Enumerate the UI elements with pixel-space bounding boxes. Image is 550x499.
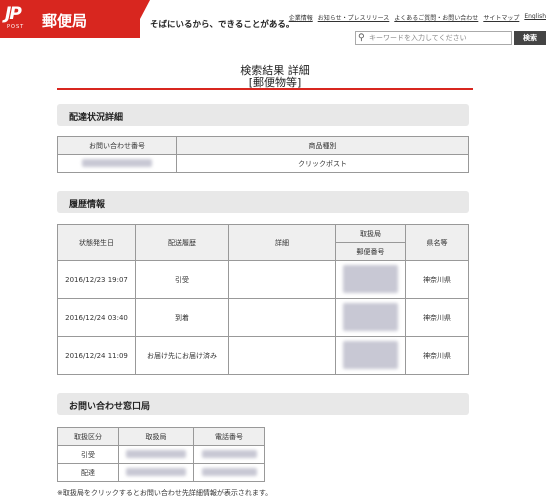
redacted-value [82,158,152,167]
nav-link-faq[interactable]: よくあるご質問・お問い合わせ [394,13,478,22]
col-status: 配送履歴 [135,224,229,261]
redacted-phone [201,467,257,476]
title-divider [57,88,473,90]
jp-post-logo: JP [5,4,22,24]
handling-type-cell: 引受 [57,445,119,464]
handling-type-cell: 配達 [57,463,119,482]
redacted-office [343,264,398,293]
nav-link-company[interactable]: 企業情報 [289,13,313,22]
top-nav: 企業情報 お知らせ・プレスリリース よくあるご質問・お問い合わせ サイトマップ … [289,13,546,22]
search-button[interactable]: 検索 [514,31,546,45]
nav-link-sitemap[interactable]: サイトマップ [483,13,519,22]
status-cell: 到着 [135,298,229,337]
table-row: 2016/12/24 03:40 到着 神奈川県 [57,298,469,337]
status-cell: 引受 [135,260,229,299]
nav-link-english[interactable]: English [524,13,546,22]
section-header-delivery-status: 配達状況詳細 [57,104,469,126]
office-cell[interactable] [335,260,406,299]
redacted-phone [201,449,257,458]
search-input[interactable]: ⚲ キーワードを入力してください [355,31,512,45]
contact-table: 取扱区分 取扱局 電話番号 引受 配達 [57,427,265,482]
office-cell[interactable] [335,298,406,337]
header-wedge [130,0,150,38]
nav-link-news[interactable]: お知らせ・プレスリリース [318,13,390,22]
phone-cell [193,463,265,482]
date-cell: 2016/12/24 03:40 [57,298,136,337]
phone-cell [193,445,265,464]
office-cell[interactable] [118,463,194,482]
section-title: 配達状況詳細 [69,113,124,123]
col-date: 状態発生日 [57,224,136,261]
section-title: 履歴情報 [69,200,106,210]
history-table: 状態発生日 配送履歴 詳細 取扱局 県名等 郵便番号 2016/12/23 19… [57,224,469,375]
redacted-office [343,340,398,369]
tagline: そばにいるから、できることがある。 [150,20,295,30]
status-cell: お届け先にお届け済み [135,336,229,375]
table-row: 引受 [57,445,265,464]
search-icon: ⚲ [358,33,365,43]
prefecture-cell: 神奈川県 [405,336,469,375]
delivery-status-table: お問い合わせ番号 商品種別 クリックポスト [57,136,469,173]
col-phone: 電話番号 [193,427,265,446]
logo-block[interactable]: JP POST 郵便局 [0,0,140,38]
col-handling-type: 取扱区分 [57,427,119,446]
col-prefecture: 県名等 [405,224,469,261]
col-inquiry-number: お問い合わせ番号 [57,136,177,155]
detail-cell [228,336,336,375]
table-row: 2016/12/23 19:07 引受 神奈川県 [57,260,469,299]
logo-post-text: POST [7,24,25,30]
table-row: 配達 [57,463,265,482]
prefecture-cell: 神奈川県 [405,260,469,299]
date-cell: 2016/12/23 19:07 [57,260,136,299]
col-office: 取扱局 [118,427,194,446]
table-row: 2016/12/24 11:09 お届け先にお届け済み 神奈川県 [57,336,469,375]
section-header-contact: お問い合わせ窓口局 [57,393,469,415]
section-header-history: 履歴情報 [57,191,469,213]
search-placeholder: キーワードを入力してください [369,34,467,42]
detail-cell [228,298,336,337]
office-cell[interactable] [335,336,406,375]
inquiry-number-cell [57,154,177,173]
detail-cell [228,260,336,299]
logo-name: 郵便局 [42,12,88,30]
redacted-office [343,302,398,331]
col-product-type: 商品種別 [176,136,469,155]
col-postal-code: 郵便番号 [335,242,406,261]
col-detail: 詳細 [228,224,336,261]
date-cell: 2016/12/24 11:09 [57,336,136,375]
prefecture-cell: 神奈川県 [405,298,469,337]
col-office: 取扱局 [335,224,406,243]
section-title: お問い合わせ窓口局 [69,402,151,412]
office-cell[interactable] [118,445,194,464]
footnote: ※取扱局をクリックするとお問い合わせ先詳細情報が表示されます。 [57,489,273,497]
product-type-cell: クリックポスト [176,154,469,173]
redacted-office [126,449,186,458]
redacted-office [126,467,186,476]
